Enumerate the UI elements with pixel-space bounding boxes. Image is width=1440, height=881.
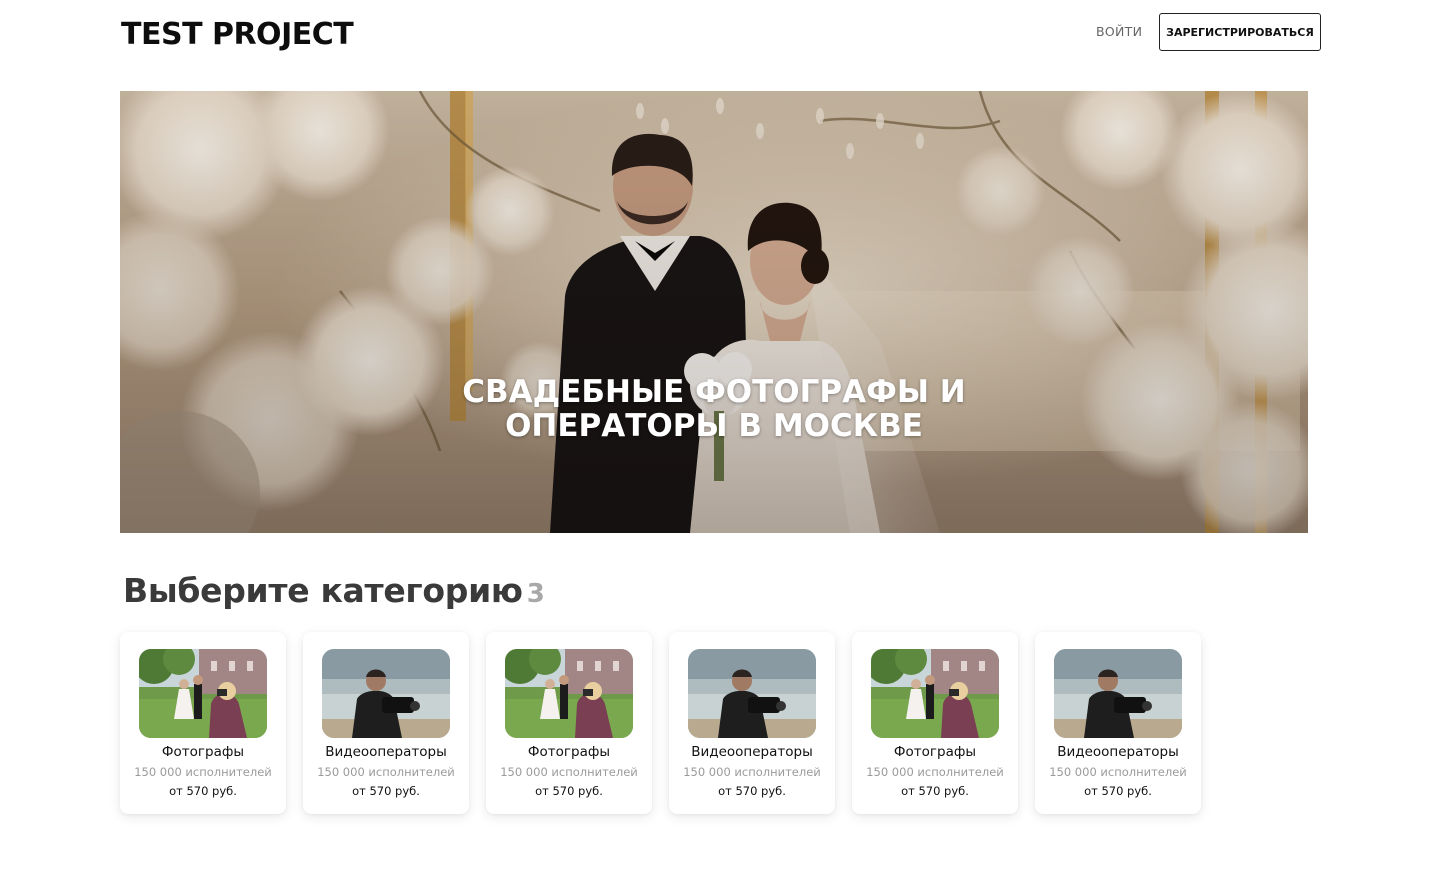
- hero-banner: СВАДЕБНЫЕ ФОТОГРАФЫ И ОПЕРАТОРЫ В МОСКВЕ: [120, 91, 1308, 533]
- category-card[interactable]: Фотографы 150 000 исполнителей от 570 ру…: [486, 632, 652, 814]
- category-price: от 570 руб.: [1084, 784, 1152, 798]
- category-count: 3: [526, 579, 545, 609]
- category-title-text: Выберите категорию: [123, 571, 523, 610]
- photographer-image: [139, 649, 267, 738]
- site-logo[interactable]: TEST PROJECT: [121, 16, 354, 54]
- category-section-title: Выберите категорию 3: [123, 570, 545, 615]
- category-name: Фотографы: [893, 744, 977, 760]
- category-card[interactable]: Фотографы 150 000 исполнителей от 570 ру…: [852, 632, 1018, 814]
- photographer-image: [505, 649, 633, 738]
- category-name: Видеооператоры: [1057, 744, 1179, 760]
- photographer-image: [871, 649, 999, 738]
- category-price: от 570 руб.: [352, 784, 420, 798]
- category-performers-count: 150 000 исполнителей: [1049, 765, 1187, 779]
- site-header: TEST PROJECT ВОЙТИ ЗАРЕГИСТРИРОВАТЬСЯ: [0, 0, 1440, 70]
- category-card[interactable]: Видеооператоры 150 000 исполнителей от 5…: [1035, 632, 1201, 814]
- login-link[interactable]: ВОЙТИ: [1096, 24, 1142, 40]
- category-price: от 570 руб.: [901, 784, 969, 798]
- category-price: от 570 руб.: [718, 784, 786, 798]
- category-performers-count: 150 000 исполнителей: [683, 765, 821, 779]
- videographer-image: [1054, 649, 1182, 738]
- category-name: Видеооператоры: [325, 744, 447, 760]
- videographer-image: [322, 649, 450, 738]
- category-performers-count: 150 000 исполнителей: [866, 765, 1004, 779]
- videographer-image: [688, 649, 816, 738]
- category-price: от 570 руб.: [169, 784, 237, 798]
- category-card[interactable]: Видеооператоры 150 000 исполнителей от 5…: [669, 632, 835, 814]
- category-name: Фотографы: [527, 744, 611, 760]
- category-card[interactable]: Видеооператоры 150 000 исполнителей от 5…: [303, 632, 469, 814]
- category-name: Фотографы: [161, 744, 245, 760]
- category-performers-count: 150 000 исполнителей: [134, 765, 272, 779]
- register-button[interactable]: ЗАРЕГИСТРИРОВАТЬСЯ: [1159, 13, 1321, 51]
- hero-wedding-photo: [120, 91, 1308, 533]
- category-card[interactable]: Фотографы 150 000 исполнителей от 570 ру…: [120, 632, 286, 814]
- hero-title: СВАДЕБНЫЕ ФОТОГРАФЫ И ОПЕРАТОРЫ В МОСКВЕ: [462, 374, 966, 444]
- category-price: от 570 руб.: [535, 784, 603, 798]
- category-performers-count: 150 000 исполнителей: [500, 765, 638, 779]
- category-cards: Фотографы 150 000 исполнителей от 570 ру…: [120, 632, 1220, 814]
- category-performers-count: 150 000 исполнителей: [317, 765, 455, 779]
- category-name: Видеооператоры: [691, 744, 813, 760]
